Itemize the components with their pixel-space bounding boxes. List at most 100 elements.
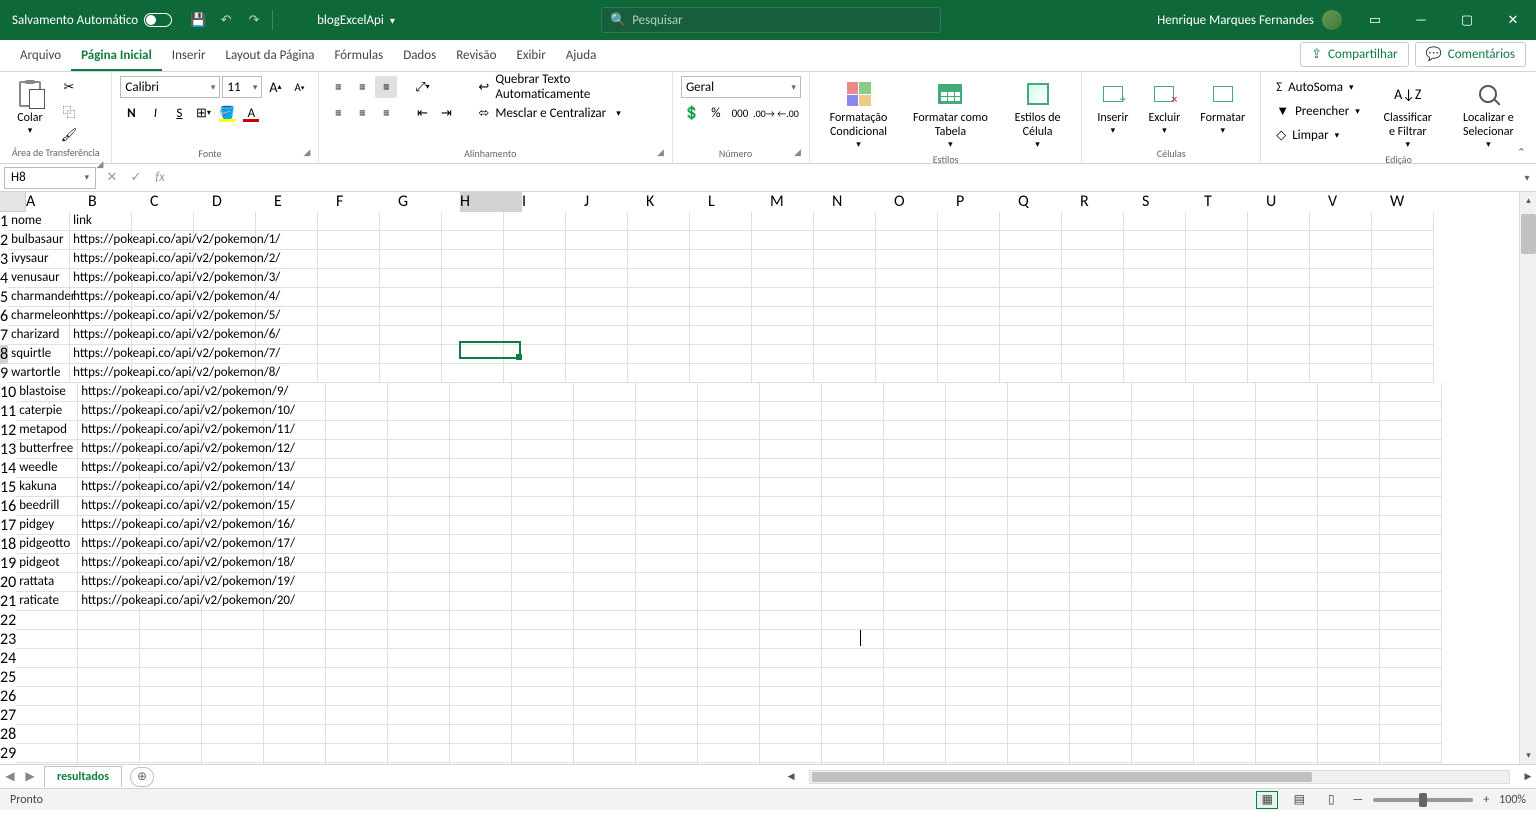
cell[interactable] xyxy=(1380,725,1442,744)
column-header[interactable]: G xyxy=(398,192,460,212)
border-icon[interactable]: ⊞▾ xyxy=(192,102,214,124)
cell[interactable] xyxy=(1062,212,1124,231)
cell[interactable] xyxy=(264,725,326,744)
cell[interactable] xyxy=(1318,478,1380,497)
cell[interactable]: butterfree xyxy=(16,440,78,459)
column-header[interactable]: P xyxy=(956,192,1018,212)
cell[interactable] xyxy=(202,630,264,649)
cell[interactable] xyxy=(1008,402,1070,421)
cell[interactable] xyxy=(1070,554,1132,573)
cell[interactable] xyxy=(512,383,574,402)
cell[interactable] xyxy=(946,478,1008,497)
cell[interactable] xyxy=(1186,231,1248,250)
cell[interactable] xyxy=(628,269,690,288)
cell[interactable] xyxy=(504,231,566,250)
cell[interactable] xyxy=(132,212,194,231)
cell[interactable] xyxy=(1008,440,1070,459)
cell[interactable] xyxy=(1256,592,1318,611)
cell[interactable] xyxy=(1000,307,1062,326)
cell[interactable] xyxy=(326,744,388,763)
cell[interactable] xyxy=(442,326,504,345)
cell[interactable] xyxy=(512,402,574,421)
cell[interactable] xyxy=(760,383,822,402)
collapse-ribbon-icon[interactable]: ⌃ xyxy=(1517,146,1526,159)
row-header[interactable]: 3 xyxy=(0,250,8,269)
cell[interactable] xyxy=(1318,421,1380,440)
cell[interactable] xyxy=(318,364,380,383)
cell[interactable] xyxy=(1070,573,1132,592)
cell[interactable] xyxy=(946,649,1008,668)
cell[interactable] xyxy=(380,212,442,231)
column-header[interactable]: R xyxy=(1080,192,1142,212)
column-header[interactable]: L xyxy=(708,192,770,212)
row-header[interactable]: 11 xyxy=(0,402,16,421)
cell[interactable] xyxy=(760,649,822,668)
cell[interactable] xyxy=(698,516,760,535)
cell[interactable]: charizard xyxy=(8,326,70,345)
tab-view[interactable]: Exibir xyxy=(506,42,555,71)
cell[interactable] xyxy=(1318,649,1380,668)
cell[interactable] xyxy=(1372,326,1434,345)
cell[interactable] xyxy=(822,554,884,573)
cell[interactable]: https://pokeapi.co/api/v2/pokemon/17/ xyxy=(78,535,140,554)
cell[interactable] xyxy=(884,421,946,440)
column-header[interactable]: T xyxy=(1204,192,1266,212)
maximize-icon[interactable]: ▢ xyxy=(1444,0,1490,40)
cell[interactable] xyxy=(1380,573,1442,592)
scroll-up-icon[interactable]: ▴ xyxy=(1520,192,1536,209)
paste-button[interactable]: Colar ▾ xyxy=(8,76,52,139)
cell[interactable] xyxy=(388,402,450,421)
column-header[interactable]: I xyxy=(522,192,584,212)
cell[interactable] xyxy=(884,535,946,554)
cell[interactable] xyxy=(698,402,760,421)
cell[interactable] xyxy=(946,706,1008,725)
cell[interactable] xyxy=(1070,611,1132,630)
cell[interactable] xyxy=(760,478,822,497)
select-all-corner[interactable] xyxy=(0,192,26,212)
autosum-button[interactable]: ΣAutoSoma▾ xyxy=(1269,76,1367,98)
cell[interactable] xyxy=(1310,345,1372,364)
cell[interactable] xyxy=(1000,288,1062,307)
cell[interactable] xyxy=(442,212,504,231)
cell[interactable] xyxy=(636,687,698,706)
cell[interactable] xyxy=(202,763,264,764)
cell[interactable] xyxy=(16,763,78,764)
cell[interactable] xyxy=(1000,269,1062,288)
cell[interactable] xyxy=(264,649,326,668)
cell[interactable] xyxy=(1000,345,1062,364)
cell[interactable] xyxy=(884,459,946,478)
cell[interactable] xyxy=(1256,744,1318,763)
cell[interactable] xyxy=(938,326,1000,345)
minimize-icon[interactable]: — xyxy=(1398,0,1444,40)
cell[interactable] xyxy=(140,706,202,725)
column-header[interactable]: B xyxy=(88,192,150,212)
cell[interactable] xyxy=(318,307,380,326)
cell[interactable] xyxy=(946,554,1008,573)
cell[interactable] xyxy=(884,440,946,459)
cell[interactable] xyxy=(78,763,140,764)
column-header[interactable]: E xyxy=(274,192,336,212)
cell[interactable] xyxy=(140,611,202,630)
cell[interactable] xyxy=(388,611,450,630)
align-left-icon[interactable]: ≡ xyxy=(327,102,349,124)
cell[interactable] xyxy=(1248,307,1310,326)
cell[interactable] xyxy=(512,459,574,478)
cell[interactable] xyxy=(822,535,884,554)
cell[interactable] xyxy=(16,725,78,744)
insert-cells-button[interactable]: Inserir▾ xyxy=(1090,76,1135,139)
cell[interactable] xyxy=(326,668,388,687)
cell[interactable] xyxy=(388,383,450,402)
cell[interactable] xyxy=(1380,706,1442,725)
column-header[interactable]: A xyxy=(26,192,88,212)
cell[interactable] xyxy=(698,725,760,744)
cell[interactable] xyxy=(450,535,512,554)
cell[interactable] xyxy=(636,573,698,592)
cell[interactable] xyxy=(698,554,760,573)
formula-input[interactable] xyxy=(172,167,1518,189)
cell[interactable] xyxy=(388,573,450,592)
cell[interactable] xyxy=(698,383,760,402)
cell[interactable] xyxy=(1194,535,1256,554)
cell[interactable] xyxy=(1318,383,1380,402)
decrease-indent-icon[interactable]: ⇤ xyxy=(411,102,433,124)
cell[interactable] xyxy=(1070,725,1132,744)
